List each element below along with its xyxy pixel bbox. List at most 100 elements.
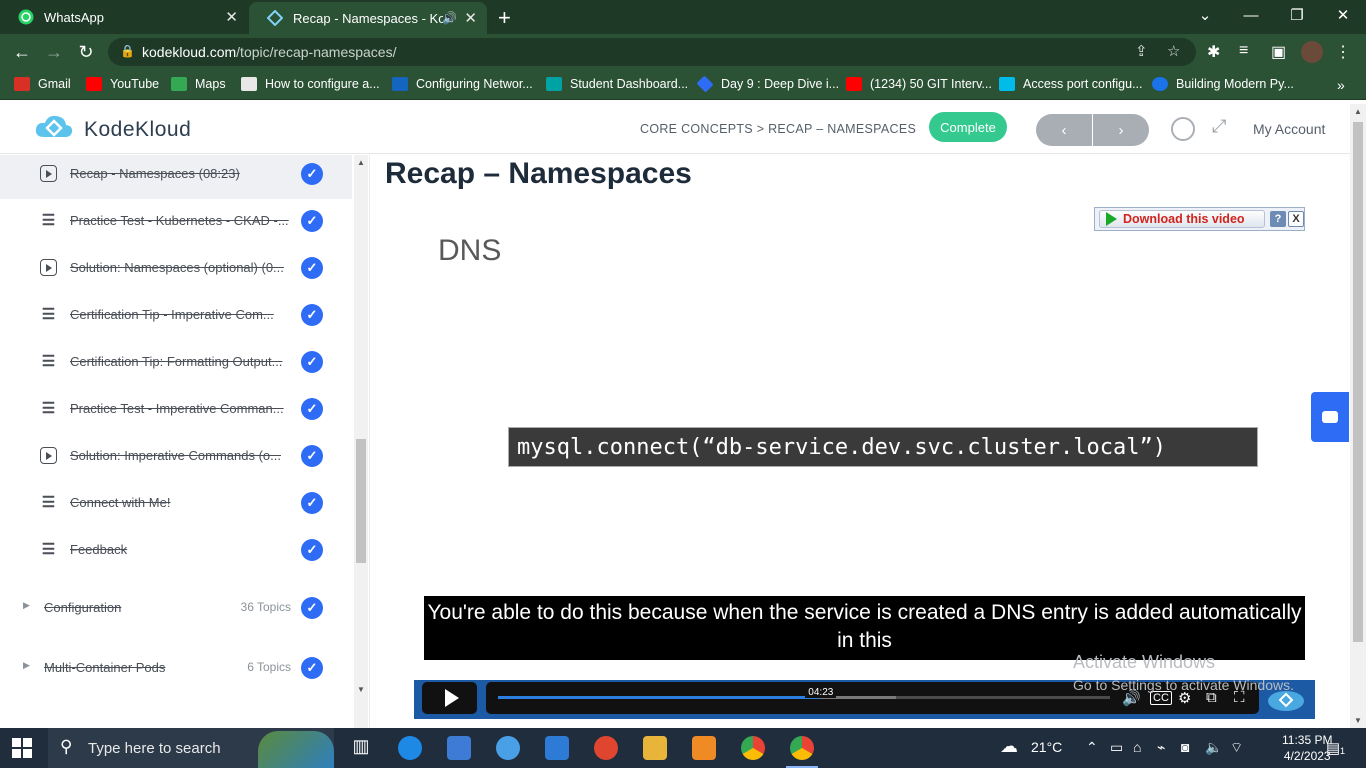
lesson-item[interactable]: Solution: Namespaces (optional) (0... ✓ bbox=[0, 247, 352, 293]
closed-captions-icon[interactable]: CC bbox=[1150, 691, 1172, 705]
seek-bar[interactable]: 04:23 bbox=[498, 687, 1110, 699]
minimize-button[interactable]: — bbox=[1228, 0, 1274, 30]
restore-button[interactable]: ❐ bbox=[1274, 0, 1320, 30]
fullscreen-expand-icon[interactable]: ⤢ bbox=[1212, 116, 1226, 137]
bookmark-building-modern[interactable]: Building Modern Py... bbox=[1152, 77, 1294, 91]
sidebar-scrollbar[interactable]: ▲ ▼ bbox=[354, 155, 368, 728]
notifications-icon[interactable]: ▤ bbox=[1326, 739, 1340, 757]
bookmark-star-icon[interactable]: ☆ bbox=[1167, 42, 1180, 60]
bookmark-configuring-network[interactable]: Configuring Networ... bbox=[392, 77, 533, 91]
profile-avatar[interactable] bbox=[1301, 41, 1323, 63]
edge-icon[interactable] bbox=[398, 736, 422, 760]
section-item-configuration[interactable]: ▶ Configuration 36 Topics ✓ bbox=[0, 583, 352, 633]
download-video-button[interactable]: Download this video bbox=[1099, 210, 1265, 228]
chat-button[interactable] bbox=[1311, 392, 1349, 442]
course-sidebar: Recap - Namespaces (08:23) ✓ ☰ Practice … bbox=[0, 155, 370, 728]
media-control-icon[interactable]: ≡ bbox=[1239, 42, 1248, 60]
audio-playing-icon[interactable]: 🔊 bbox=[442, 11, 457, 25]
usb-icon[interactable]: ⌁ bbox=[1157, 739, 1165, 756]
lesson-item[interactable]: ☰ Practice Test - Imperative Comman... ✓ bbox=[0, 388, 352, 434]
bookmark-access-port[interactable]: Access port configu... bbox=[999, 77, 1143, 91]
more-bookmarks-icon[interactable]: » bbox=[1337, 77, 1345, 93]
chrome-icon[interactable] bbox=[741, 736, 765, 760]
bookmark-configure[interactable]: How to configure a... bbox=[241, 77, 380, 91]
my-account-link[interactable]: My Account bbox=[1253, 121, 1325, 137]
store-icon[interactable] bbox=[447, 736, 471, 760]
new-tab-button[interactable]: + bbox=[498, 5, 511, 31]
temperature[interactable]: 21°C bbox=[1031, 739, 1062, 755]
reload-icon[interactable]: ↻ bbox=[73, 40, 99, 64]
lesson-item[interactable]: ☰ Practice Test - Kubernetes - CKAD -...… bbox=[0, 200, 352, 246]
youtube-icon bbox=[86, 77, 102, 91]
section-item-multi-container-pods[interactable]: ▶ Multi-Container Pods 6 Topics ✓ bbox=[0, 643, 352, 693]
lesson-item[interactable]: Solution: Imperative Commands (o... ✓ bbox=[0, 435, 352, 481]
share-icon[interactable]: ⇪ bbox=[1135, 42, 1148, 60]
side-panel-icon[interactable]: ▣ bbox=[1271, 42, 1286, 62]
played-bar bbox=[498, 696, 820, 699]
kodekloud-logo-icon[interactable] bbox=[34, 113, 74, 143]
weather-icon[interactable]: ☁ bbox=[1000, 736, 1018, 757]
bookmark-git-interview[interactable]: (1234) 50 GIT Interv... bbox=[846, 77, 992, 91]
file-explorer-icon[interactable] bbox=[643, 736, 667, 760]
tab-kodekloud[interactable]: Recap - Namespaces - KodeKloud 🔊 ✕ bbox=[249, 2, 487, 34]
close-window-button[interactable]: ✕ bbox=[1320, 0, 1366, 30]
speaker-icon[interactable]: 🔈 bbox=[1205, 739, 1222, 756]
close-tab-icon[interactable]: ✕ bbox=[464, 9, 477, 27]
bookmark-label: Access port configu... bbox=[1023, 77, 1143, 91]
windows-start-icon[interactable] bbox=[12, 738, 32, 758]
bookmark-student-dashboard[interactable]: Student Dashboard... bbox=[546, 77, 688, 91]
completed-check-icon: ✓ bbox=[301, 445, 323, 467]
mail-icon[interactable] bbox=[545, 736, 569, 760]
complete-button[interactable]: Complete bbox=[929, 112, 1007, 142]
video-player[interactable]: DNS mysql.connect(“db-service.dev.svc.cl… bbox=[414, 200, 1315, 719]
scroll-up-arrow-icon[interactable]: ▲ bbox=[1354, 107, 1362, 116]
bookmark-label: Day 9 : Deep Dive i... bbox=[721, 77, 840, 91]
wifi-icon[interactable]: ⌔ bbox=[1230, 739, 1243, 757]
lesson-item[interactable]: ☰ Certification Tip: Formatting Output..… bbox=[0, 341, 352, 387]
scroll-down-arrow-icon[interactable]: ▼ bbox=[357, 685, 365, 694]
settings-app-icon[interactable] bbox=[692, 736, 716, 760]
bookmark-youtube[interactable]: YouTube bbox=[86, 77, 159, 91]
previous-lesson-button[interactable]: ‹ bbox=[1036, 114, 1092, 146]
logo-text[interactable]: KodeKloud bbox=[84, 118, 191, 142]
lesson-item[interactable]: Recap - Namespaces (08:23) ✓ bbox=[0, 155, 352, 199]
scroll-up-arrow-icon[interactable]: ▲ bbox=[357, 158, 365, 167]
bookmark-maps[interactable]: Maps bbox=[171, 77, 226, 91]
search-placeholder: Type here to search bbox=[88, 740, 221, 757]
app-shell-icon[interactable] bbox=[594, 736, 618, 760]
system-clock[interactable]: 11:35 PM 4/2/2023 bbox=[1282, 732, 1332, 764]
task-view-icon[interactable]: ▥ bbox=[349, 736, 373, 760]
tab-whatsapp[interactable]: WhatsApp ✕ bbox=[0, 0, 248, 34]
close-tab-icon[interactable]: ✕ bbox=[225, 8, 238, 26]
forward-arrow-icon[interactable]: → bbox=[41, 40, 67, 64]
menu-kebab-icon[interactable]: ⋮ bbox=[1335, 42, 1351, 62]
tab-search-icon[interactable]: ⌄ bbox=[1182, 0, 1228, 30]
show-hidden-icons-icon[interactable]: ⌃ bbox=[1086, 739, 1098, 756]
network-icon[interactable]: ⌂ bbox=[1133, 739, 1141, 755]
breadcrumb[interactable]: CORE CONCEPTS > RECAP – NAMESPACES bbox=[640, 122, 916, 136]
scrollbar-thumb[interactable] bbox=[356, 439, 366, 563]
lesson-item[interactable]: ☰ Feedback ✓ bbox=[0, 529, 352, 575]
play-button[interactable] bbox=[422, 682, 477, 714]
extensions-icon[interactable]: ✱ bbox=[1207, 42, 1220, 62]
chrome-active-icon[interactable] bbox=[786, 736, 818, 768]
battery-icon[interactable]: ▭ bbox=[1110, 739, 1123, 756]
text-lesson-icon: ☰ bbox=[41, 306, 56, 323]
camera-icon[interactable]: ◙ bbox=[1181, 739, 1189, 755]
bookmark-day9[interactable]: Day 9 : Deep Dive i... bbox=[696, 75, 840, 93]
lesson-item[interactable]: ☰ Connect with Me! ✓ bbox=[0, 482, 352, 528]
close-icon[interactable]: X bbox=[1288, 211, 1304, 227]
bookmark-gmail[interactable]: Gmail bbox=[14, 77, 71, 91]
taskbar-search[interactable]: ⚲ Type here to search bbox=[48, 728, 334, 768]
next-lesson-button[interactable]: › bbox=[1093, 114, 1149, 146]
page-scrollbar[interactable]: ▲ ▼ bbox=[1350, 104, 1366, 728]
browser-app-icon[interactable] bbox=[496, 736, 520, 760]
completed-check-icon: ✓ bbox=[301, 304, 323, 326]
dark-mode-icon[interactable] bbox=[1171, 117, 1195, 141]
scrollbar-thumb[interactable] bbox=[1353, 122, 1363, 642]
address-bar[interactable]: 🔒 kodekloud.com/topic/recap-namespaces/ … bbox=[108, 38, 1196, 66]
lesson-item[interactable]: ☰ Certification Tip - Imperative Com... … bbox=[0, 294, 352, 340]
scroll-down-arrow-icon[interactable]: ▼ bbox=[1354, 716, 1362, 725]
help-icon[interactable]: ? bbox=[1270, 211, 1286, 227]
back-arrow-icon[interactable]: ← bbox=[9, 40, 35, 64]
